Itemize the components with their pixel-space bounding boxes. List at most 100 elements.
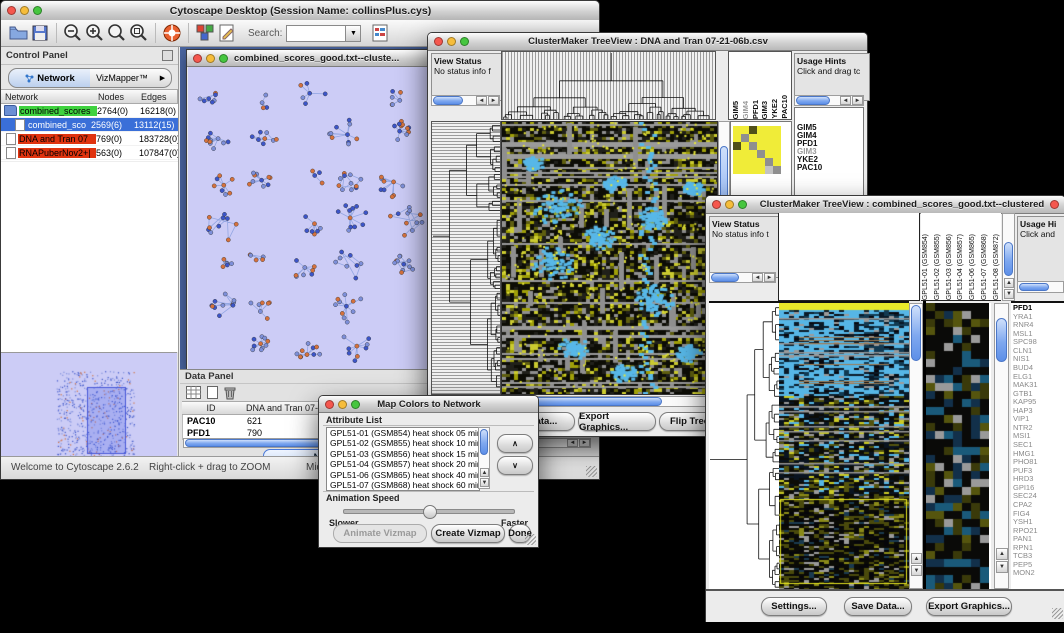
minimize-button[interactable] (206, 54, 215, 63)
similarity-cell[interactable] (749, 142, 757, 150)
similarity-cell[interactable] (765, 166, 773, 174)
similarity-cell[interactable] (733, 166, 741, 174)
network-table-header[interactable]: Network Nodes Edges (1, 89, 178, 104)
treeview2-button-1[interactable]: Settings... (761, 597, 827, 616)
minimize-button[interactable] (447, 37, 456, 46)
zoom-in-icon[interactable] (84, 22, 106, 44)
similarity-cell[interactable] (757, 150, 765, 158)
scroll-left-button[interactable]: ◄ (840, 96, 851, 105)
zoom-heatmap[interactable] (926, 303, 991, 589)
similarity-cell[interactable] (733, 150, 741, 158)
similarity-cell[interactable] (741, 142, 749, 150)
zoom-button[interactable] (219, 54, 228, 63)
attribute-list-item[interactable]: GPL51-03 (GSM856) heat shock 15 min (327, 449, 479, 459)
minimize-button[interactable] (725, 200, 734, 209)
zoom-button[interactable] (460, 37, 469, 46)
window-controls[interactable] (1, 6, 48, 15)
float-panel-icon[interactable] (162, 50, 173, 61)
similarity-cell[interactable] (741, 158, 749, 166)
network-canvas[interactable] (188, 67, 429, 369)
heatmap-vscrollbar[interactable]: ▲ ▼ (909, 303, 923, 589)
similarity-cell[interactable] (741, 150, 749, 158)
similarity-cell[interactable] (757, 134, 765, 142)
similarity-cell[interactable] (773, 150, 781, 158)
similarity-cell[interactable] (733, 142, 741, 150)
tab-network[interactable]: Network (8, 68, 92, 88)
scroll-up-button[interactable]: ▲ (1004, 278, 1014, 288)
open-file-icon[interactable] (7, 22, 29, 44)
close-button[interactable] (7, 6, 16, 15)
view-status-scrollbar[interactable]: ◄ ► (431, 95, 500, 106)
network-table-row[interactable]: combined_sco2569(6)13112(15) (1, 118, 178, 132)
scroll-right-button[interactable]: ► (764, 273, 775, 282)
attribute-list-item[interactable]: GPL51-04 (GSM857) heat shock 20 min (327, 459, 479, 469)
similarity-cell[interactable] (765, 158, 773, 166)
scroll-thumb[interactable] (1004, 242, 1013, 276)
attribute-list-item[interactable]: GPL51-01 (GSM854) heat shock 05 min (327, 428, 479, 438)
zoom-out-icon[interactable] (62, 22, 84, 44)
similarity-cell[interactable] (749, 126, 757, 134)
usage-hints-scrollbar[interactable]: ◄ ► (794, 95, 864, 106)
search-dropdown-button[interactable]: ▼ (346, 25, 361, 42)
attribute-list-item[interactable]: GPL51-06 (GSM865) heat shock 40 min (327, 470, 479, 480)
resize-grip[interactable] (1052, 608, 1063, 619)
tab-overflow-button[interactable]: ▶ (154, 68, 172, 88)
view-status-scrollbar[interactable]: ◄ ► (709, 272, 776, 283)
scroll-down-button[interactable]: ▼ (996, 561, 1008, 573)
birdseye-view[interactable] (1, 352, 177, 464)
similarity-cell[interactable] (757, 166, 765, 174)
background-window-close-button[interactable] (1050, 200, 1059, 209)
dialog-titlebar[interactable]: Map Colors to Network (319, 396, 538, 413)
similarity-matrix[interactable] (733, 126, 781, 174)
close-button[interactable] (712, 200, 721, 209)
zoom-button[interactable] (351, 400, 360, 409)
similarity-cell[interactable] (765, 150, 773, 158)
attribute-browser-icon[interactable] (369, 22, 391, 44)
scroll-thumb[interactable] (911, 305, 921, 361)
create-vizmap-button[interactable]: Create Vizmap (431, 524, 505, 543)
scroll-up-button[interactable]: ▲ (911, 553, 922, 564)
slider-thumb[interactable] (423, 505, 437, 519)
zoom-area-icon[interactable] (106, 22, 128, 44)
similarity-cell[interactable] (765, 142, 773, 150)
similarity-cell[interactable] (773, 142, 781, 150)
column-dendrogram[interactable] (501, 51, 716, 120)
scroll-up-button[interactable]: ▲ (480, 468, 489, 477)
scroll-right-button[interactable]: ► (488, 96, 499, 105)
attribute-list-vscrollbar[interactable]: ▲ ▼ (478, 427, 490, 489)
usage-hints-scrollbar[interactable] (1017, 281, 1064, 293)
attribute-list-item[interactable]: GPL51-02 (GSM855) heat shock 10 min (327, 438, 479, 448)
treeview2-button-3[interactable]: Export Graphics... (926, 597, 1012, 616)
annotation-icon[interactable] (216, 22, 238, 44)
network-table-row[interactable]: DNA and Tran 07769(0)183728(0) (1, 132, 178, 146)
treeview1-titlebar[interactable]: ClusterMaker TreeView : DNA and Tran 07-… (428, 33, 867, 51)
close-button[interactable] (325, 400, 334, 409)
help-icon[interactable] (161, 22, 183, 44)
close-button[interactable] (193, 54, 202, 63)
zoom-button[interactable] (33, 6, 42, 15)
zoom-vscrollbar[interactable]: ▲ ▼ (994, 303, 1009, 589)
new-attribute-icon[interactable] (207, 386, 218, 399)
scroll-thumb[interactable] (433, 96, 463, 105)
scroll-left-button[interactable]: ◄ (567, 439, 578, 447)
similarity-cell[interactable] (773, 158, 781, 166)
similarity-cell[interactable] (757, 158, 765, 166)
treeview2-titlebar[interactable]: ClusterMaker TreeView : combined_scores_… (706, 196, 1064, 214)
similarity-cell[interactable] (741, 166, 749, 174)
network-table-row[interactable]: combined_scores2764(0)16218(0) (1, 104, 178, 118)
scroll-down-button[interactable]: ▼ (1004, 289, 1014, 299)
network-table-row[interactable]: RNAPuberNov2+|563(0)107847(0) (1, 146, 178, 160)
scroll-up-button[interactable]: ▲ (996, 548, 1008, 560)
scroll-down-button[interactable]: ▼ (480, 478, 489, 487)
minimize-button[interactable] (338, 400, 347, 409)
similarity-cell[interactable] (765, 134, 773, 142)
treeview2-button-2[interactable]: Save Data... (844, 597, 912, 616)
similarity-cell[interactable] (773, 126, 781, 134)
scroll-thumb[interactable] (480, 429, 488, 455)
similarity-cell[interactable] (765, 126, 773, 134)
heatmap[interactable] (501, 121, 718, 395)
delete-attribute-icon[interactable] (224, 386, 236, 400)
similarity-cell[interactable] (749, 150, 757, 158)
scroll-left-button[interactable]: ◄ (476, 96, 487, 105)
close-button[interactable] (434, 37, 443, 46)
